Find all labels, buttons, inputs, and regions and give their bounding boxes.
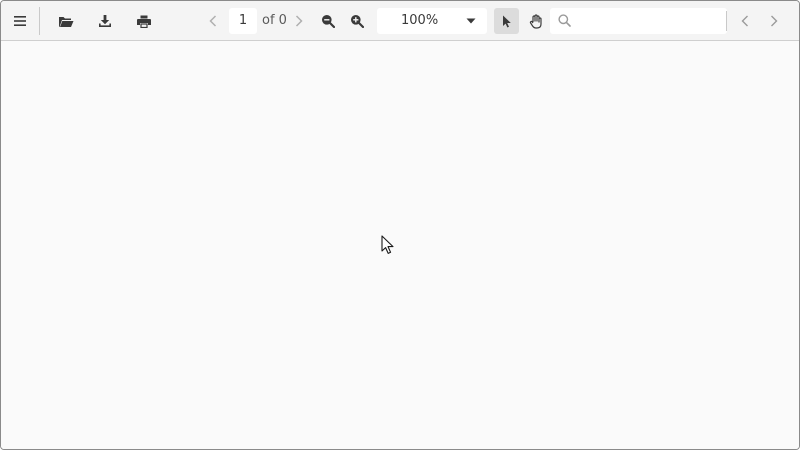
print-button[interactable] xyxy=(134,11,154,31)
search-box xyxy=(550,8,727,34)
toolbar: 1 of 0 100% xyxy=(1,1,799,41)
search-icon xyxy=(558,14,571,27)
document-viewer-area[interactable] xyxy=(1,41,799,449)
page-number-input[interactable]: 1 xyxy=(229,8,257,34)
search-input[interactable] xyxy=(576,8,721,34)
mouse-cursor-icon xyxy=(381,235,394,254)
zoom-value: 100% xyxy=(401,13,439,28)
toolbar-divider xyxy=(39,7,40,35)
download-button[interactable] xyxy=(95,11,115,31)
find-previous-button[interactable] xyxy=(736,11,754,31)
find-next-button[interactable] xyxy=(765,11,783,31)
open-file-button[interactable] xyxy=(55,11,77,31)
pointer-arrow-icon xyxy=(502,15,511,27)
chevron-left-icon xyxy=(741,15,748,27)
hand-tool-button[interactable] xyxy=(524,8,548,34)
select-tool-button[interactable] xyxy=(494,8,519,34)
print-icon xyxy=(137,15,151,28)
search-divider xyxy=(726,11,727,31)
caret-down-icon xyxy=(466,18,476,24)
chevron-right-icon xyxy=(295,15,303,27)
page-count-label: of 0 xyxy=(262,13,287,28)
hand-icon xyxy=(529,13,542,29)
zoom-out-icon xyxy=(322,15,335,28)
zoom-select[interactable]: 100% xyxy=(377,8,487,34)
next-page-button[interactable] xyxy=(290,11,308,31)
hamburger-menu-icon xyxy=(14,16,26,26)
download-icon xyxy=(99,15,111,27)
sidebar-toggle-button[interactable] xyxy=(10,11,30,31)
zoom-out-button[interactable] xyxy=(318,11,338,31)
folder-open-icon xyxy=(59,16,74,27)
previous-page-button[interactable] xyxy=(204,11,222,31)
pdf-viewer-window: 1 of 0 100% xyxy=(0,0,800,450)
zoom-in-icon xyxy=(351,15,364,28)
chevron-right-icon xyxy=(771,15,778,27)
zoom-in-button[interactable] xyxy=(347,11,367,31)
chevron-left-icon xyxy=(209,15,217,27)
